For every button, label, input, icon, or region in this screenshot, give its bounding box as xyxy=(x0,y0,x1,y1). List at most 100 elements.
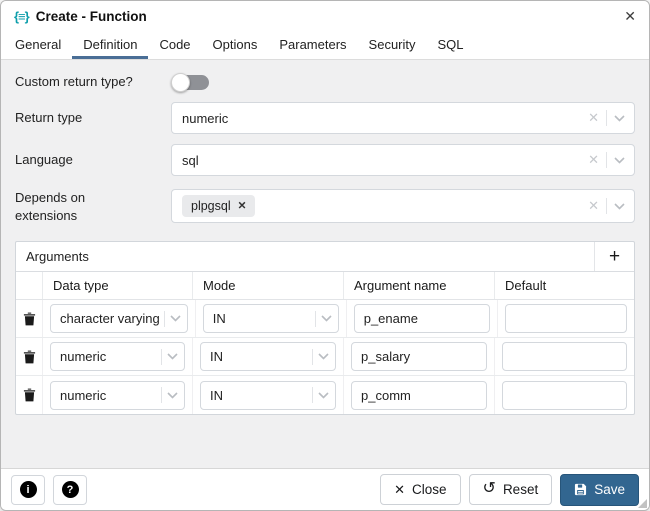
save-icon xyxy=(574,483,587,496)
dialog-title: Create - Function xyxy=(36,9,147,24)
tab-options[interactable]: Options xyxy=(202,32,269,59)
language-select[interactable]: sql ✕ xyxy=(171,144,635,176)
save-button-label: Save xyxy=(594,482,625,497)
function-icon: {≡} xyxy=(14,9,29,24)
divider xyxy=(312,387,313,403)
default-input[interactable] xyxy=(502,342,627,371)
mode-value: IN xyxy=(210,349,308,364)
dialog-footer: i ? ✕ Close ↺ Reset Save xyxy=(1,468,649,510)
clear-icon[interactable]: ✕ xyxy=(588,198,599,214)
depends-on-extensions-row: Depends on extensions plpgsql ✕ ✕ xyxy=(15,189,635,224)
delete-argument-button[interactable] xyxy=(16,300,43,337)
column-header-default: Default xyxy=(495,272,634,299)
clear-icon[interactable]: ✕ xyxy=(588,110,599,126)
column-header-mode: Mode xyxy=(193,272,344,299)
arguments-grid-header: Data type Mode Argument name Default xyxy=(16,272,634,300)
chevron-down-icon[interactable] xyxy=(614,157,625,164)
data-type-select[interactable]: numeric xyxy=(50,381,185,410)
argument-name-input[interactable] xyxy=(354,304,490,333)
column-header-data-type: Data type xyxy=(43,272,193,299)
dialog-tabbar: General Definition Code Options Paramete… xyxy=(1,32,649,60)
add-argument-button[interactable]: + xyxy=(594,242,634,271)
dialog-help-button[interactable]: ? xyxy=(53,475,87,505)
create-function-dialog: {≡} Create - Function ✕ General Definiti… xyxy=(0,0,650,511)
column-header-argument-name: Argument name xyxy=(344,272,495,299)
data-type-value: numeric xyxy=(60,388,157,403)
resize-handle[interactable] xyxy=(638,499,647,508)
argument-name-input[interactable] xyxy=(351,381,487,410)
custom-return-type-label: Custom return type? xyxy=(15,73,171,91)
delete-argument-button[interactable] xyxy=(16,338,43,375)
arguments-panel: Arguments + Data type Mode Argument name… xyxy=(15,241,635,415)
divider xyxy=(606,152,607,168)
tab-sql[interactable]: SQL xyxy=(427,32,475,59)
divider xyxy=(161,349,162,365)
chevron-down-icon[interactable] xyxy=(614,203,625,210)
close-icon[interactable]: ✕ xyxy=(624,8,636,25)
save-button[interactable]: Save xyxy=(560,474,639,506)
language-label: Language xyxy=(15,151,171,169)
divider xyxy=(315,311,316,327)
definition-tab-panel: Custom return type? Return type numeric … xyxy=(1,60,649,468)
tab-security[interactable]: Security xyxy=(358,32,427,59)
divider xyxy=(606,198,607,214)
default-input[interactable] xyxy=(502,381,627,410)
depends-on-extensions-select[interactable]: plpgsql ✕ ✕ xyxy=(171,189,635,223)
return-type-row: Return type numeric ✕ xyxy=(15,102,635,134)
sql-help-button[interactable]: i xyxy=(11,475,45,505)
trash-icon xyxy=(23,388,36,402)
data-type-value: character varying xyxy=(60,311,160,326)
trash-icon xyxy=(23,350,36,364)
argument-name-input[interactable] xyxy=(351,342,487,371)
argument-row: numeric IN xyxy=(16,338,634,376)
toggle-knob xyxy=(171,73,190,92)
chevron-down-icon[interactable] xyxy=(318,353,329,360)
trash-icon xyxy=(23,312,36,326)
chevron-down-icon[interactable] xyxy=(167,392,178,399)
mode-select[interactable]: IN xyxy=(203,304,339,333)
mode-select[interactable]: IN xyxy=(200,381,336,410)
footer-actions: ✕ Close ↺ Reset Save xyxy=(380,474,639,506)
return-type-select[interactable]: numeric ✕ xyxy=(171,102,635,134)
tab-parameters[interactable]: Parameters xyxy=(268,32,357,59)
data-type-select[interactable]: numeric xyxy=(50,342,185,371)
reset-button-label: Reset xyxy=(503,482,538,497)
return-type-value: numeric xyxy=(182,111,228,126)
chevron-down-icon[interactable] xyxy=(321,315,332,322)
chevron-down-icon[interactable] xyxy=(167,353,178,360)
argument-row: character varying IN xyxy=(16,300,634,338)
extension-chip-label: plpgsql xyxy=(191,199,231,213)
close-button-label: Close xyxy=(412,482,447,497)
argument-row: numeric IN xyxy=(16,376,634,414)
help-icon: ? xyxy=(62,481,79,498)
arguments-title: Arguments xyxy=(16,249,89,264)
tab-general[interactable]: General xyxy=(4,32,72,59)
depends-on-extensions-label: Depends on extensions xyxy=(15,189,171,224)
language-row: Language sql ✕ xyxy=(15,144,635,176)
trash-column-header xyxy=(16,272,43,299)
custom-return-type-row: Custom return type? xyxy=(15,72,635,92)
data-type-value: numeric xyxy=(60,349,157,364)
data-type-select[interactable]: character varying xyxy=(50,304,188,333)
divider xyxy=(164,311,165,327)
mode-select[interactable]: IN xyxy=(200,342,336,371)
return-type-label: Return type xyxy=(15,109,171,127)
extension-chip[interactable]: plpgsql ✕ xyxy=(182,195,255,217)
chip-remove-icon[interactable]: ✕ xyxy=(238,200,247,212)
close-button[interactable]: ✕ Close xyxy=(380,474,460,505)
chevron-down-icon[interactable] xyxy=(614,115,625,122)
reset-button[interactable]: ↺ Reset xyxy=(469,474,553,505)
divider xyxy=(161,387,162,403)
tab-code[interactable]: Code xyxy=(148,32,201,59)
close-icon: ✕ xyxy=(394,482,405,498)
custom-return-type-toggle[interactable] xyxy=(171,73,210,92)
info-icon: i xyxy=(20,481,37,498)
tab-definition[interactable]: Definition xyxy=(72,32,148,59)
chevron-down-icon[interactable] xyxy=(318,392,329,399)
default-input[interactable] xyxy=(505,304,627,333)
mode-value: IN xyxy=(210,388,308,403)
delete-argument-button[interactable] xyxy=(16,376,43,414)
clear-icon[interactable]: ✕ xyxy=(588,152,599,168)
reset-icon: ↺ xyxy=(483,481,496,497)
chevron-down-icon[interactable] xyxy=(170,315,181,322)
